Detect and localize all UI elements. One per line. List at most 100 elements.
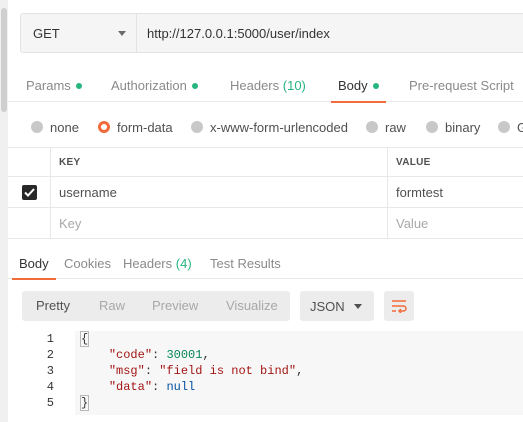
- line-number: 3: [46, 364, 54, 378]
- scrollbar-thumb[interactable]: [1, 8, 7, 112]
- tab-label: Params: [26, 78, 71, 93]
- key-column-header: KEY: [59, 156, 81, 168]
- row-checkbox[interactable]: [21, 184, 37, 200]
- code-line: 1 {: [8, 331, 523, 347]
- radio-label: none: [50, 119, 79, 135]
- empty-checkbox-cell: [8, 208, 51, 238]
- preview-button[interactable]: Preview: [152, 291, 198, 321]
- format-select[interactable]: JSON: [300, 291, 374, 321]
- tab-body[interactable]: Body: [331, 68, 386, 103]
- json-separator: :: [152, 380, 167, 394]
- new-key-input[interactable]: Key: [59, 208, 81, 238]
- key-input[interactable]: username: [59, 177, 117, 207]
- column-divider[interactable]: [387, 148, 388, 176]
- code-text: "msg": "field is not bind",: [80, 363, 303, 379]
- tab-params[interactable]: Params: [26, 68, 82, 102]
- new-row: Key Value: [8, 208, 523, 239]
- tab-label: Test Results: [210, 256, 281, 271]
- radio-raw[interactable]: raw: [366, 112, 406, 142]
- bracket-highlight: {: [80, 331, 90, 347]
- radio-icon: [498, 121, 510, 133]
- tab-label: Cookies: [64, 256, 111, 271]
- radio-icon: [366, 121, 378, 133]
- view-mode-group: Pretty Raw Preview Visualize: [22, 291, 290, 321]
- response-tab-headers[interactable]: Headers (4): [123, 247, 192, 279]
- check-icon: [23, 187, 35, 197]
- chevron-down-icon: [118, 30, 126, 36]
- tab-label: Authorization: [111, 78, 187, 93]
- line-number: 5: [46, 396, 54, 410]
- tab-headers[interactable]: Headers (10): [230, 68, 306, 102]
- column-divider: [387, 177, 388, 207]
- code-text: {: [80, 331, 90, 347]
- bracket-highlight: }: [80, 395, 90, 411]
- format-label: JSON: [310, 298, 345, 314]
- response-tab-body[interactable]: Body: [12, 247, 56, 280]
- json-value: "field is not bind": [159, 364, 297, 378]
- tab-label: Pre-request Script: [409, 78, 514, 93]
- tab-count: (4): [175, 256, 192, 271]
- radio-graphql[interactable]: G: [498, 112, 523, 142]
- line-number: 2: [46, 348, 54, 362]
- json-value: 30001: [166, 348, 203, 362]
- chevron-down-icon: [354, 303, 362, 309]
- code-line: 3 "msg": "field is not bind",: [8, 363, 523, 379]
- radio-selected-icon: [98, 121, 110, 133]
- request-url-bar: GET http://127.0.0.1:5000/user/index: [20, 13, 523, 53]
- code-text: }: [80, 395, 90, 411]
- status-dot-icon: [75, 83, 82, 89]
- pretty-button[interactable]: Pretty: [36, 291, 70, 321]
- radio-label: binary: [445, 119, 481, 135]
- code-text: "data": null: [80, 379, 195, 395]
- tab-label: Body: [19, 256, 49, 271]
- line-number: 4: [46, 380, 54, 394]
- response-tab-cookies[interactable]: Cookies: [64, 247, 111, 279]
- method-select[interactable]: GET: [21, 14, 137, 52]
- status-dot-icon: [191, 83, 198, 89]
- response-tab-test-results[interactable]: Test Results: [210, 247, 281, 279]
- radio-icon: [426, 121, 438, 133]
- wrap-lines-icon: [392, 300, 407, 313]
- body-type-options: none form-data x-www-form-urlencoded raw…: [8, 112, 523, 142]
- value-input[interactable]: formtest: [396, 177, 443, 207]
- radio-icon: [31, 121, 43, 133]
- json-separator: :: [152, 348, 167, 362]
- radio-label: G: [517, 119, 523, 135]
- json-key: "code": [108, 348, 153, 362]
- url-input[interactable]: http://127.0.0.1:5000/user/index: [137, 14, 523, 52]
- radio-form-data[interactable]: form-data: [98, 112, 173, 142]
- row-checkbox-cell: [8, 177, 51, 207]
- radio-none[interactable]: none: [31, 112, 79, 142]
- tab-pre-request-script[interactable]: Pre-request Script: [409, 68, 514, 102]
- json-comma: ,: [296, 364, 304, 378]
- tab-label: Body: [338, 78, 368, 93]
- radio-label: raw: [385, 119, 406, 135]
- tab-label: Headers: [123, 256, 173, 271]
- json-key: "data": [108, 380, 153, 394]
- code-line: 4 "data": null: [8, 379, 523, 395]
- table-header-row: KEY VALUE: [8, 147, 523, 177]
- json-key: "msg": [108, 364, 145, 378]
- raw-button[interactable]: Raw: [99, 291, 125, 321]
- json-separator: :: [144, 364, 160, 378]
- radio-x-www-form-urlencoded[interactable]: x-www-form-urlencoded: [191, 112, 348, 142]
- left-scrollbar[interactable]: [0, 0, 8, 422]
- form-data-table: KEY VALUE username formtest Key Value: [8, 147, 523, 239]
- json-value: null: [166, 380, 196, 394]
- radio-binary[interactable]: binary: [426, 112, 480, 142]
- method-label: GET: [33, 25, 60, 41]
- checkbox-column-header: [8, 148, 51, 176]
- wrap-lines-button[interactable]: [384, 291, 414, 321]
- request-tabs: Params Authorization Headers (10) Body P…: [8, 68, 523, 103]
- value-column-header: VALUE: [396, 156, 431, 168]
- column-divider: [387, 208, 388, 238]
- response-body-editor[interactable]: 1 { 2 "code": 30001, 3 "msg": "field is …: [8, 331, 523, 415]
- visualize-button[interactable]: Visualize: [226, 291, 278, 321]
- radio-label: x-www-form-urlencoded: [210, 119, 348, 135]
- response-tabs: Body Cookies Headers (4) Test Results: [8, 247, 523, 280]
- line-number: 1: [46, 332, 54, 346]
- new-value-input[interactable]: Value: [396, 208, 428, 238]
- tab-authorization[interactable]: Authorization: [111, 68, 198, 102]
